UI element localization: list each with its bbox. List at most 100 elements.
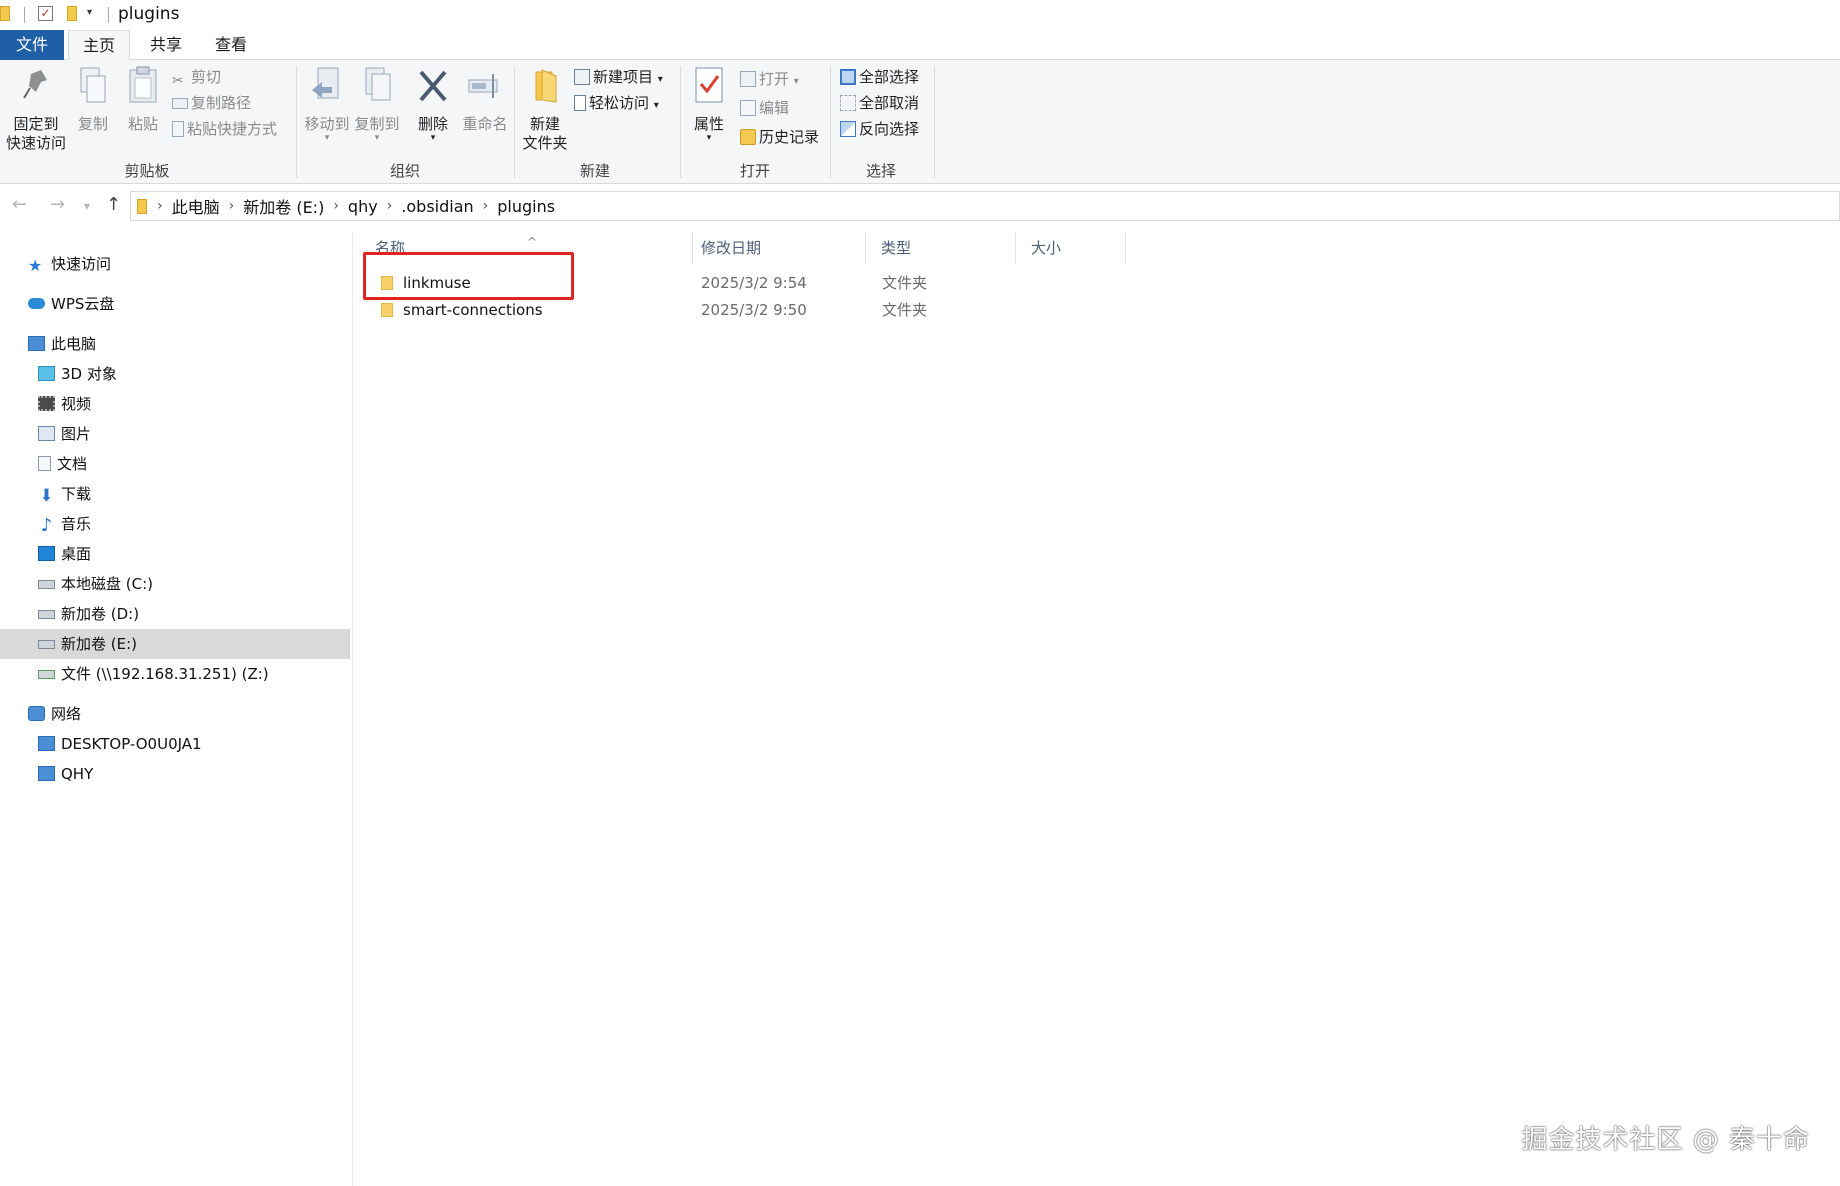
folder-icon	[381, 303, 393, 317]
new-folder-button[interactable]: 新建 文件夹	[520, 66, 570, 153]
nav-drive-d[interactable]: 新加卷 (D:)	[38, 599, 139, 629]
copy-to-button[interactable]: 复制到 ▾	[352, 66, 402, 143]
move-to-button[interactable]: 移动到 ▾	[302, 66, 352, 143]
nav-desktop[interactable]: 桌面	[38, 539, 91, 569]
cut-button[interactable]: ✂ 剪切	[172, 66, 221, 89]
dropdown-arrow-icon: ▾	[324, 133, 330, 143]
pin-label: 固定到	[13, 115, 59, 133]
nav-drive-e[interactable]: 新加卷 (E:)	[0, 629, 350, 659]
select-group-label: 选择	[865, 162, 896, 180]
customize-toolbar-icon[interactable]: ▾	[87, 7, 92, 18]
nav-3d-objects[interactable]: 3D 对象	[38, 359, 117, 389]
pin-to-quick-access-button[interactable]: 固定到 快速访问	[4, 66, 68, 153]
nav-downloads[interactable]: ⬇ 下载	[38, 479, 91, 509]
column-label: 类型	[881, 239, 912, 257]
dropdown-arrow-icon: ▾	[793, 76, 799, 87]
nav-music[interactable]: ♪ 音乐	[38, 509, 91, 539]
file-type: 文件夹	[882, 274, 928, 292]
column-header-size[interactable]: 大小	[1016, 232, 1126, 264]
copy-to-label: 复制到	[354, 115, 400, 133]
copy-icon	[80, 67, 106, 103]
new-item-label: 新建项目	[593, 68, 654, 86]
dropdown-arrow-icon: ▾	[657, 74, 663, 85]
tab-home[interactable]: 主页	[68, 30, 130, 60]
paste-icon	[129, 66, 157, 103]
breadcrumb-qhy[interactable]: qhy	[348, 197, 378, 216]
paste-shortcut-button[interactable]: 粘贴快捷方式	[172, 118, 277, 140]
chevron-right-icon[interactable]: ›	[387, 198, 393, 214]
easy-access-button[interactable]: 轻松访问 ▾	[574, 92, 659, 114]
forward-arrow-icon[interactable]: →	[50, 194, 65, 215]
rename-button[interactable]: 重命名	[460, 66, 510, 134]
nav-drive-c[interactable]: 本地磁盘 (C:)	[38, 569, 153, 599]
nav-quick-access[interactable]: ★ 快速访问	[28, 249, 111, 279]
select-all-button[interactable]: 全部选择	[840, 66, 919, 88]
annotation-highlight-box	[363, 252, 574, 300]
chevron-right-icon[interactable]: ›	[483, 198, 489, 214]
chevron-right-icon[interactable]: ›	[333, 198, 339, 214]
nav-network-drive-z[interactable]: 文件 (\\192.168.31.251) (Z:)	[38, 659, 269, 689]
copy-path-label: 复制路径	[191, 94, 252, 112]
breadcrumb-plugins[interactable]: plugins	[497, 197, 555, 216]
new-folder-quick-icon[interactable]	[67, 6, 77, 21]
delete-label: 删除	[417, 115, 448, 133]
group-separator	[680, 66, 681, 178]
copy-path-button[interactable]: 复制路径	[172, 92, 251, 114]
paste-button[interactable]: 粘贴	[124, 66, 162, 134]
tab-file[interactable]: 文件	[0, 30, 64, 60]
ribbon-tabs: 文件 主页 共享 查看	[0, 30, 1840, 60]
open-button[interactable]: 打开 ▾	[740, 68, 799, 90]
properties-label: 属性	[693, 115, 724, 133]
copy-button[interactable]: 复制	[74, 66, 112, 134]
file-row[interactable]: smart-connections 2025/3/2 9:50 文件夹	[360, 297, 1840, 323]
properties-quick-icon[interactable]: ✓	[38, 6, 53, 21]
open-group-label: 打开	[739, 162, 770, 180]
nav-this-pc[interactable]: 此电脑	[28, 329, 96, 359]
nav-videos[interactable]: 视频	[38, 389, 91, 419]
download-arrow-icon: ⬇	[39, 486, 54, 506]
tab-share[interactable]: 共享	[136, 30, 196, 60]
breadcrumb-this-pc[interactable]: 此电脑	[172, 194, 220, 218]
nav-network-pc-qhy[interactable]: QHY	[38, 759, 93, 789]
file-row[interactable]: linkmuse 2025/3/2 9:54 文件夹	[360, 270, 1840, 296]
history-button[interactable]: 历史记录	[740, 126, 819, 148]
easy-access-icon	[574, 95, 586, 111]
back-arrow-icon[interactable]: ←	[12, 194, 27, 215]
nav-documents[interactable]: 文档	[38, 449, 87, 479]
edit-button[interactable]: 编辑	[740, 97, 789, 119]
nav-wps-cloud[interactable]: WPS云盘	[28, 289, 114, 319]
recent-locations-chevron-icon[interactable]: ▾	[84, 199, 90, 213]
nav-label: 此电脑	[51, 335, 97, 353]
nav-label: WPS云盘	[51, 295, 115, 313]
new-group-label: 新建	[579, 162, 610, 180]
nav-network[interactable]: 网络	[28, 699, 81, 729]
nav-network-pc-desktop[interactable]: DESKTOP-O0U0JA1	[38, 729, 202, 759]
invert-selection-button[interactable]: 反向选择	[840, 118, 919, 140]
column-header-type[interactable]: 类型	[866, 232, 1016, 264]
tab-view[interactable]: 查看	[200, 30, 262, 60]
pin-label: 快速访问	[5, 134, 66, 152]
file-name: smart-connections	[403, 301, 543, 319]
file-date: 2025/3/2 9:50	[701, 301, 807, 319]
computer-icon	[38, 736, 55, 751]
edit-label: 编辑	[759, 99, 790, 117]
delete-button[interactable]: 删除 ▾	[414, 66, 452, 143]
breadcrumb-obsidian[interactable]: .obsidian	[401, 197, 473, 216]
drive-icon	[38, 610, 55, 619]
column-label: 大小	[1031, 239, 1062, 257]
up-arrow-icon[interactable]: ↑	[106, 194, 121, 215]
navigation-bar: ← → ▾ ↑ › 此电脑 › 新加卷 (E:) › qhy › .obsidi…	[0, 190, 1840, 222]
address-bar[interactable]: › 此电脑 › 新加卷 (E:) › qhy › .obsidian › plu…	[130, 191, 1840, 221]
breadcrumb-drive-e[interactable]: 新加卷 (E:)	[243, 194, 324, 218]
properties-button[interactable]: 属性 ▾	[688, 66, 730, 143]
group-separator	[514, 66, 515, 178]
nav-pictures[interactable]: 图片	[38, 419, 91, 449]
open-icon	[740, 71, 756, 87]
nav-label: 下载	[61, 485, 92, 503]
chevron-right-icon[interactable]: ›	[229, 198, 235, 214]
new-item-button[interactable]: 新建项目 ▾	[574, 66, 663, 88]
chevron-right-icon[interactable]: ›	[157, 198, 163, 214]
select-none-button[interactable]: 全部取消	[840, 92, 919, 114]
column-header-date[interactable]: 修改日期	[686, 232, 866, 264]
pane-splitter[interactable]	[352, 232, 353, 1186]
